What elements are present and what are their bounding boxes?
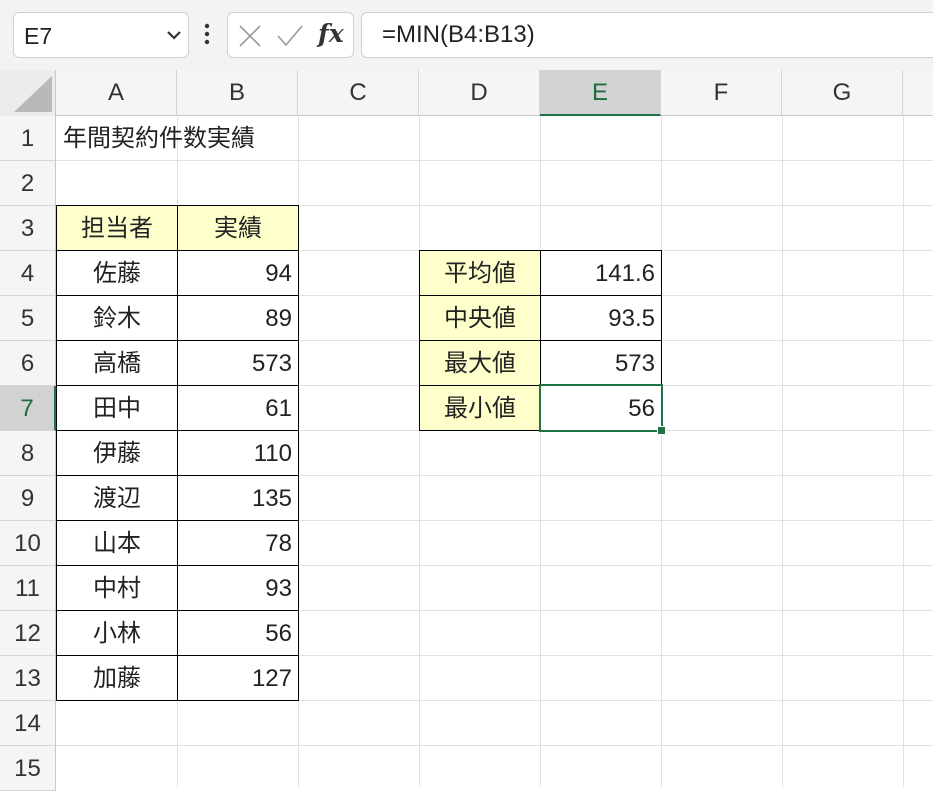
table-cell-name[interactable]: 小林 bbox=[56, 610, 178, 656]
table-header-value[interactable]: 実績 bbox=[177, 205, 299, 251]
stat-value-average[interactable]: 141.6 bbox=[540, 250, 662, 296]
fill-handle[interactable] bbox=[657, 426, 666, 435]
table-cell-name[interactable]: 鈴木 bbox=[56, 295, 178, 341]
row-header-14[interactable]: 14 bbox=[0, 701, 56, 746]
row-header-4[interactable]: 4 bbox=[0, 251, 56, 296]
table-cell-name[interactable]: 佐藤 bbox=[56, 250, 178, 296]
stat-label-average[interactable]: 平均値 bbox=[419, 250, 541, 296]
row-header-5[interactable]: 5 bbox=[0, 296, 56, 341]
row-header-2[interactable]: 2 bbox=[0, 161, 56, 206]
table-cell-value[interactable]: 93 bbox=[177, 565, 299, 611]
row-header-9[interactable]: 9 bbox=[0, 476, 56, 521]
table-cell-name[interactable]: 加藤 bbox=[56, 655, 178, 701]
row-header-13[interactable]: 13 bbox=[0, 656, 56, 701]
sheet-title[interactable]: 年間契約件数実績 bbox=[56, 116, 356, 161]
formula-buttons: fx bbox=[227, 12, 354, 58]
table-cell-name[interactable]: 渡辺 bbox=[56, 475, 178, 521]
select-all-button[interactable] bbox=[0, 70, 56, 116]
table-cell-name[interactable]: 山本 bbox=[56, 520, 178, 566]
row-header-11[interactable]: 11 bbox=[0, 566, 56, 611]
stat-label-median[interactable]: 中央値 bbox=[419, 295, 541, 341]
formula-bar: E7 fx =MIN(B4:B13) bbox=[0, 0, 933, 70]
formula-text: =MIN(B4:B13) bbox=[382, 21, 535, 48]
gridline bbox=[540, 116, 541, 787]
column-header-d[interactable]: D bbox=[419, 70, 540, 116]
table-cell-value[interactable]: 135 bbox=[177, 475, 299, 521]
table-cell-name[interactable]: 伊藤 bbox=[56, 430, 178, 476]
table-cell-name[interactable]: 中村 bbox=[56, 565, 178, 611]
row-header-8[interactable]: 8 bbox=[0, 431, 56, 476]
row-header-15[interactable]: 15 bbox=[0, 746, 56, 791]
name-box[interactable]: E7 bbox=[13, 12, 189, 58]
row-header-10[interactable]: 10 bbox=[0, 521, 56, 566]
gridline bbox=[782, 116, 783, 787]
select-all-icon bbox=[14, 76, 52, 112]
gridline bbox=[661, 116, 662, 787]
stat-label-max[interactable]: 最大値 bbox=[419, 340, 541, 386]
formula-input[interactable]: =MIN(B4:B13) bbox=[361, 12, 933, 58]
check-icon[interactable] bbox=[276, 24, 304, 48]
table-cell-value[interactable]: 573 bbox=[177, 340, 299, 386]
table-cell-name[interactable]: 田中 bbox=[56, 385, 178, 431]
table-cell-value[interactable]: 78 bbox=[177, 520, 299, 566]
gridline bbox=[903, 116, 904, 787]
stat-value-median[interactable]: 93.5 bbox=[540, 295, 662, 341]
column-header-g[interactable]: G bbox=[782, 70, 903, 116]
gridline bbox=[419, 116, 420, 787]
spreadsheet-grid: A B C D E F G 1 2 3 4 5 6 7 8 9 10 11 12… bbox=[0, 70, 933, 791]
chevron-down-icon[interactable] bbox=[166, 28, 182, 42]
row-header-3[interactable]: 3 bbox=[0, 206, 56, 251]
insert-function-button[interactable]: fx bbox=[318, 19, 344, 48]
table-cell-value[interactable]: 94 bbox=[177, 250, 299, 296]
stat-value-max[interactable]: 573 bbox=[540, 340, 662, 386]
column-header-a[interactable]: A bbox=[56, 70, 177, 116]
gridline bbox=[56, 745, 933, 746]
column-header-b[interactable]: B bbox=[177, 70, 298, 116]
table-header-name[interactable]: 担当者 bbox=[56, 205, 178, 251]
table-cell-value[interactable]: 56 bbox=[177, 610, 299, 656]
row-header-12[interactable]: 12 bbox=[0, 611, 56, 656]
column-header-e[interactable]: E bbox=[540, 70, 661, 116]
table-cell-value[interactable]: 127 bbox=[177, 655, 299, 701]
close-icon[interactable] bbox=[238, 24, 262, 48]
stat-label-min[interactable]: 最小値 bbox=[419, 385, 541, 431]
column-header-f[interactable]: F bbox=[661, 70, 782, 116]
table-cell-value[interactable]: 89 bbox=[177, 295, 299, 341]
table-cell-name[interactable]: 高橋 bbox=[56, 340, 178, 386]
table-cell-value[interactable]: 61 bbox=[177, 385, 299, 431]
name-box-value: E7 bbox=[24, 23, 53, 49]
row-header-6[interactable]: 6 bbox=[0, 341, 56, 386]
column-header-c[interactable]: C bbox=[298, 70, 419, 116]
row-header-7[interactable]: 7 bbox=[0, 386, 56, 431]
kebab-icon[interactable] bbox=[201, 20, 213, 50]
table-cell-value[interactable]: 110 bbox=[177, 430, 299, 476]
active-cell-selection bbox=[539, 384, 663, 432]
row-header-1[interactable]: 1 bbox=[0, 116, 56, 161]
